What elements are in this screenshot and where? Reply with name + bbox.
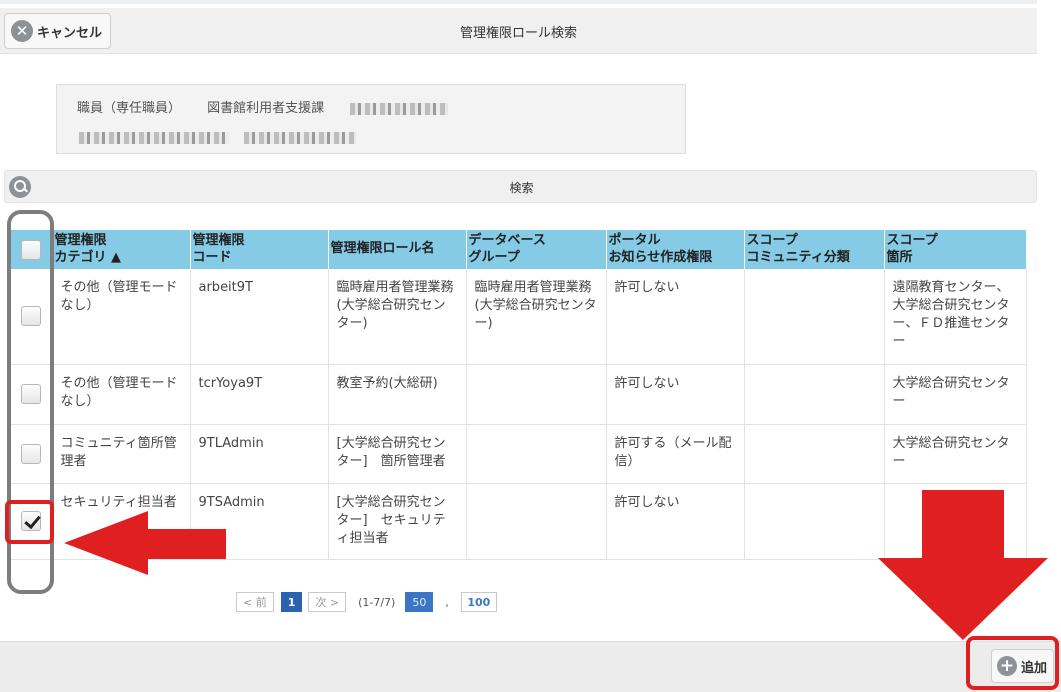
redacted-info-2	[244, 131, 357, 144]
cell-role: 教室予約(大総研)	[328, 364, 467, 425]
cell-category: その他（管理モードなし）	[52, 364, 191, 425]
down-arrow-annotation	[878, 490, 1048, 640]
user-type: 職員（専任職員）	[77, 101, 182, 116]
cell-db-group	[466, 364, 607, 425]
table-row[interactable]: その他（管理モードなし） tcrYoya9T 教室予約(大総研) 許可しない 大…	[10, 364, 1027, 425]
column-header-scope-community[interactable]: スコープ コミュニティ分類	[744, 230, 885, 269]
search-toggle-bar[interactable]: 検索	[4, 170, 1037, 203]
search-label: 検索	[509, 181, 534, 195]
redacted-name	[350, 102, 449, 115]
next-page-button[interactable]: 次 >	[308, 592, 347, 612]
column-header-category[interactable]: 管理権限 カテゴリ ▲	[52, 230, 191, 269]
page-size-50[interactable]: 50	[405, 592, 434, 612]
column-header-role-name[interactable]: 管理権限ロール名	[328, 230, 467, 269]
prev-page-button[interactable]: < 前	[236, 592, 274, 612]
left-arrow-annotation	[64, 511, 226, 575]
cell-scope-place: 大学総合研究センター	[884, 424, 1027, 484]
pagination: < 前 1 次 > (1-7/7) 50 , 100	[236, 592, 497, 612]
checked-row-highlight	[5, 500, 54, 544]
redacted-info-1	[79, 131, 229, 144]
record-count: (1-7/7)	[358, 595, 396, 609]
column-header-code[interactable]: 管理権限 コード	[190, 230, 329, 269]
cell-portal: 許可しない	[606, 483, 745, 560]
cell-code: 9TLAdmin	[190, 424, 329, 484]
cell-portal: 許可しない	[606, 269, 745, 365]
cell-portal: 許可する（メール配信）	[606, 424, 745, 484]
page-size-separator: ,	[445, 595, 449, 609]
add-button-highlight	[966, 636, 1059, 690]
user-department: 図書館利用者支援課	[207, 101, 325, 116]
table-row[interactable]: その他（管理モードなし） arbeit9T 臨時雇用者管理業務(大学総合研究セン…	[10, 269, 1027, 365]
footer-bar	[0, 641, 1061, 692]
cell-role: [大学総合研究センター] セキュリティ担当者	[328, 483, 467, 560]
cell-community	[744, 269, 885, 365]
header-bar: ✕ キャンセル 管理権限ロール検索	[0, 8, 1037, 54]
cell-role: [大学総合研究センター] 箇所管理者	[328, 424, 467, 484]
cell-code: arbeit9T	[190, 269, 329, 365]
page-1-button[interactable]: 1	[280, 592, 303, 612]
cell-community	[744, 364, 885, 425]
right-edge	[1037, 0, 1061, 370]
cell-community	[744, 483, 885, 560]
top-divider	[0, 0, 1037, 4]
cell-code: tcrYoya9T	[190, 364, 329, 425]
table-row[interactable]: コミュニティ箇所管理者 9TLAdmin [大学総合研究センター] 箇所管理者 …	[10, 424, 1027, 484]
page-size-100[interactable]: 100	[460, 592, 497, 612]
cell-category: コミュニティ箇所管理者	[52, 424, 191, 484]
cell-category: その他（管理モードなし）	[52, 269, 191, 365]
column-header-db-group[interactable]: データベース グループ	[466, 230, 607, 269]
cell-db-group: 臨時雇用者管理業務(大学総合研究センター)	[466, 269, 607, 365]
table-header-row: 管理権限 カテゴリ ▲ 管理権限 コード 管理権限ロール名 データベース グループ ポ…	[10, 230, 1027, 269]
cell-scope-place: 大学総合研究センター	[884, 364, 1027, 425]
cell-portal: 許可しない	[606, 364, 745, 425]
page-title: 管理権限ロール検索	[459, 26, 577, 41]
cell-scope-place: 遠隔教育センター、大学総合研究センター、ＦＤ推進センター	[884, 269, 1027, 365]
user-info-box: 職員（専任職員） 図書館利用者支援課	[56, 84, 686, 154]
cell-db-group	[466, 483, 607, 560]
cell-role: 臨時雇用者管理業務(大学総合研究センター)	[328, 269, 467, 365]
cell-community	[744, 424, 885, 484]
column-header-portal[interactable]: ポータル お知らせ作成権限	[606, 230, 745, 269]
column-header-scope-place[interactable]: スコープ 箇所	[884, 230, 1027, 269]
cell-db-group	[466, 424, 607, 484]
